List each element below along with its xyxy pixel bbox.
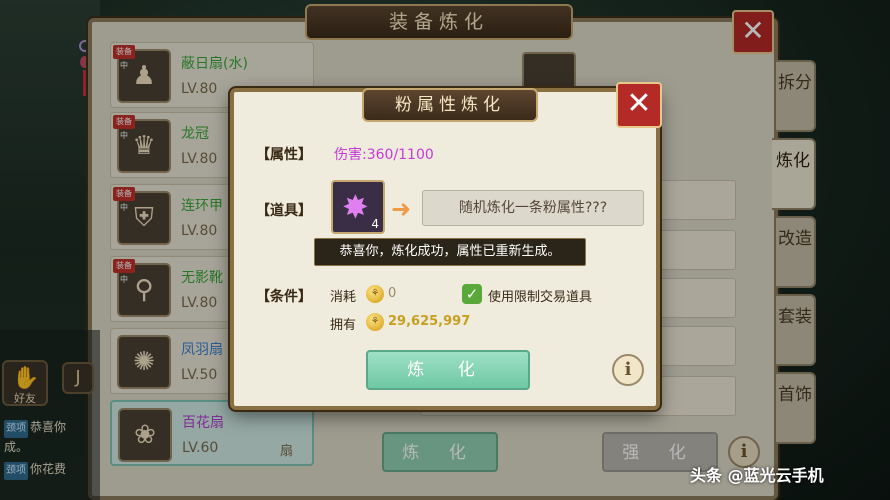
refine-result-box: 随机炼化一条粉属性??? [422,190,644,226]
dialog-close-button[interactable]: ✕ [616,82,662,128]
consume-label: 消耗 [330,290,357,305]
prop-label: 【道具】 [256,203,312,219]
use-restricted-label: 使用限制交易道具 [488,290,593,305]
success-toast: 恭喜你，炼化成功，属性已重新生成。 [314,238,586,266]
dialog-title: 粉属性炼化 [362,88,538,122]
arrow-right-icon: ➜ [391,195,412,223]
refine-button[interactable]: 炼 化 [366,350,530,390]
prop-count: 4 [371,217,379,231]
pink-attribute-refine-dialog: 粉属性炼化 ✕ 【属性】 伤害:360/1100 【道具】 ✸ 4 ➜ 随机炼化… [230,82,662,410]
consume-value: 0 [388,286,397,301]
gem-icon: ✸ [342,188,369,226]
owned-label: 拥有 [330,318,357,333]
coin-icon: ⚘ [366,285,384,303]
prop-slot[interactable]: ✸ 4 [331,180,385,234]
condition-label: 【条件】 [256,289,312,305]
attribute-value: 伤害:360/1100 [334,147,434,163]
coin-icon: ⚘ [366,313,384,331]
watermark: 头条 @蓝光云手机 [690,466,824,485]
attribute-label: 【属性】 [256,147,312,163]
info-icon[interactable]: i [612,354,644,386]
checkbox-checked-icon[interactable]: ✓ [462,284,482,304]
owned-value: 29,625,997 [388,314,471,329]
